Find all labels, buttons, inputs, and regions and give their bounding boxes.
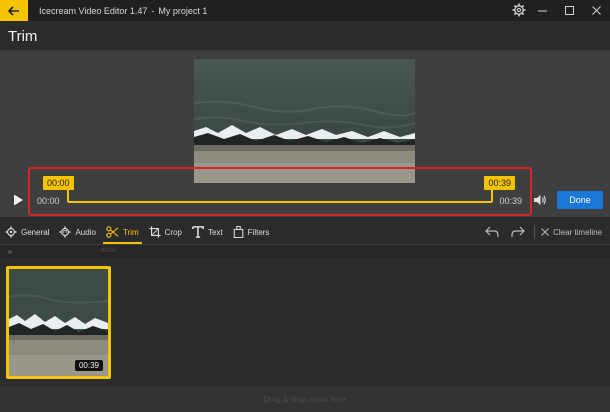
gear-icon <box>5 226 17 238</box>
undo-icon <box>485 226 499 237</box>
video-track: 00:39 <box>0 258 610 385</box>
trim-range-selector: 00:00 00:39 00:00 00:39 <box>28 167 532 216</box>
ruler-time-label: 00:00 <box>101 248 117 254</box>
tool-text-label: Text <box>207 227 223 237</box>
minimize-icon <box>538 10 547 12</box>
scissors-icon <box>106 226 119 238</box>
window-title: Icecream Video Editor 1.47- My project 1 <box>39 6 207 16</box>
tool-audio[interactable]: Audio <box>54 220 100 244</box>
video-clip[interactable]: 00:39 <box>6 266 111 379</box>
trim-start-handle[interactable]: 00:00 <box>43 176 74 190</box>
tool-audio-label: Audio <box>75 227 96 237</box>
tool-crop[interactable]: Crop <box>144 220 187 244</box>
text-icon <box>192 226 204 238</box>
tool-general[interactable]: General <box>0 220 54 244</box>
editor-toolbar: General Audio Trim Crop Text Filters Cle… <box>0 220 610 244</box>
window-controls <box>529 0 610 21</box>
tool-text[interactable]: Text <box>187 220 228 244</box>
undo-button[interactable] <box>482 220 502 244</box>
maximize-button[interactable] <box>556 0 583 21</box>
volume-icon[interactable] <box>533 193 547 207</box>
trim-track[interactable] <box>68 201 492 203</box>
audio-drop-text: Drag & drop audio here <box>263 394 347 404</box>
tool-trim[interactable]: Trim <box>101 220 144 244</box>
settings-gear-icon[interactable] <box>512 3 526 17</box>
done-button[interactable]: Done <box>557 191 603 209</box>
redo-button[interactable] <box>508 220 528 244</box>
close-x-icon <box>541 228 549 236</box>
app-name: Icecream Video Editor 1.47 <box>39 5 148 16</box>
timeline-ruler[interactable]: 00:00 <box>0 244 610 258</box>
tool-filters-label: Filters <box>247 227 270 237</box>
minimize-button[interactable] <box>529 0 556 21</box>
playhead-marker[interactable] <box>8 250 12 254</box>
toolbar-actions: Clear timeline <box>476 220 602 244</box>
page-title: Trim <box>8 28 38 45</box>
close-icon <box>592 6 601 15</box>
start-time-label: 00:00 <box>37 196 60 206</box>
tool-trim-label: Trim <box>122 227 139 237</box>
tool-general-label: General <box>21 227 50 237</box>
close-button[interactable] <box>583 0 610 21</box>
trim-bar: 00:00 00:39 00:00 00:39 Done <box>0 165 610 217</box>
audio-gear-icon <box>59 226 72 238</box>
clip-duration-badge: 00:39 <box>74 360 103 371</box>
crop-icon <box>149 226 161 238</box>
clear-timeline-label: Clear timeline <box>553 227 602 237</box>
maximize-icon <box>565 6 574 15</box>
tool-filters[interactable]: Filters <box>228 220 275 244</box>
toolbar-divider <box>534 225 536 239</box>
redo-icon <box>511 226 525 237</box>
trim-end-handle[interactable]: 00:39 <box>484 176 515 190</box>
audio-drop-zone[interactable]: Drag & drop audio here <box>0 386 610 412</box>
app-window: Icecream Video Editor 1.47-My project 1 <box>0 0 610 412</box>
back-button[interactable] <box>0 0 28 21</box>
title-bar: Icecream Video Editor 1.47- My project 1 <box>0 0 610 21</box>
filters-icon <box>233 226 243 238</box>
play-icon[interactable] <box>12 194 24 206</box>
clear-timeline-button[interactable]: Clear timeline <box>541 228 602 237</box>
end-time-label: 00:39 <box>499 196 522 206</box>
title-separator: - <box>151 5 155 16</box>
arrow-left-icon <box>8 5 19 16</box>
project-name: My project 1 <box>158 5 208 16</box>
trim-header: Trim <box>0 21 610 50</box>
tool-crop-label: Crop <box>164 227 182 237</box>
